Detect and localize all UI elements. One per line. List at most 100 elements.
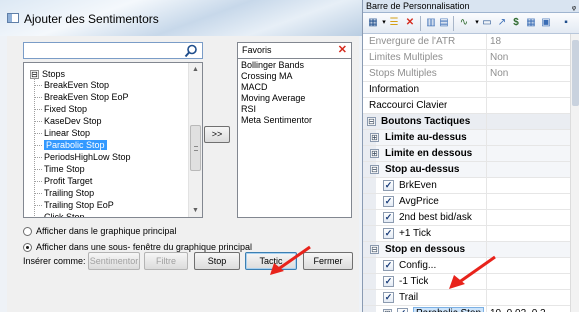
- tree-item[interactable]: Profit Target: [34, 175, 92, 187]
- property-value[interactable]: [486, 258, 570, 273]
- favorites-list[interactable]: Bollinger Bands Crossing MA MACD Moving Ave…: [237, 59, 352, 218]
- save-icon[interactable]: ▪: [559, 16, 573, 30]
- property-row[interactable]: ✓ BrkEven: [363, 178, 570, 194]
- scroll-thumb[interactable]: [190, 125, 201, 171]
- close-icon[interactable]: ✕: [338, 43, 347, 58]
- favorite-item[interactable]: MACD: [241, 82, 348, 93]
- radio-button[interactable]: [23, 243, 32, 253]
- radio-main-chart[interactable]: Afficher dans le graphique principal: [23, 226, 176, 237]
- search-icon[interactable]: [184, 44, 198, 58]
- favorite-item[interactable]: Crossing MA: [241, 71, 348, 82]
- checkbox[interactable]: ✓: [383, 292, 394, 303]
- collapse-icon[interactable]: ⊟: [370, 245, 379, 254]
- print-icon[interactable]: ▭: [480, 16, 494, 30]
- property-row[interactable]: ⊟ Stop au-dessus: [363, 162, 570, 178]
- tree-item[interactable]: Parabolic Stop: [34, 139, 107, 151]
- tree-item[interactable]: Trailing Stop EoP: [34, 199, 114, 211]
- indicator-icon[interactable]: ∿: [457, 16, 471, 30]
- dialog-title-bar[interactable]: Ajouter des Sentimentors: [0, 0, 362, 36]
- filtre-button[interactable]: Filtre: [144, 252, 188, 270]
- property-grid[interactable]: Envergure de l'ATR 18 Limites Multiples Non…: [363, 34, 570, 312]
- scroll-down-icon[interactable]: ▼: [189, 204, 202, 217]
- favorite-item[interactable]: Moving Average: [241, 93, 348, 104]
- property-row[interactable]: Limites Multiples Non: [363, 50, 570, 66]
- window-icon[interactable]: ▣: [539, 16, 553, 30]
- property-value[interactable]: [486, 146, 570, 161]
- panel-scrollbar[interactable]: [570, 34, 579, 312]
- sentimentor-button[interactable]: Sentimentor: [88, 252, 140, 270]
- dollar-icon[interactable]: $: [509, 16, 523, 30]
- chart-icon[interactable]: ▥: [424, 16, 438, 30]
- property-value[interactable]: [486, 210, 570, 225]
- checkbox[interactable]: ✓: [383, 260, 394, 271]
- tree-item[interactable]: BreakEven Stop: [34, 79, 109, 91]
- tree-item[interactable]: KaseDev Stop: [34, 115, 102, 127]
- property-value[interactable]: [486, 98, 570, 113]
- expand-icon[interactable]: ⊞: [370, 149, 379, 158]
- tree-item[interactable]: Trailing Stop: [34, 187, 94, 199]
- property-row[interactable]: ⊟ Boutons Tactiques: [363, 114, 570, 130]
- property-value[interactable]: 10, 0.02, 0.2: [486, 306, 570, 312]
- property-row[interactable]: ⊞✓Parabolic Stop10, 0.02, 0.2: [363, 306, 570, 312]
- property-row[interactable]: ✓ AvgPrice: [363, 194, 570, 210]
- tree-scrollbar[interactable]: ▲ ▼: [188, 63, 202, 217]
- property-row[interactable]: Envergure de l'ATR 18: [363, 34, 570, 50]
- collapse-icon[interactable]: ⊟: [370, 165, 379, 174]
- checkbox[interactable]: ✓: [397, 308, 408, 312]
- collapse-icon[interactable]: ⊟: [367, 117, 376, 126]
- property-value[interactable]: Non: [486, 50, 570, 65]
- tactic-button[interactable]: Tactic: [245, 252, 297, 270]
- property-value[interactable]: [486, 226, 570, 241]
- radio-sub-window[interactable]: Afficher dans une sous- fenêtre du graph…: [23, 242, 252, 253]
- favorite-item[interactable]: Bollinger Bands: [241, 60, 348, 71]
- tree-item[interactable]: PeriodsHighLow Stop: [34, 151, 131, 163]
- property-row[interactable]: ✓ +1 Tick: [363, 226, 570, 242]
- checkbox[interactable]: ✓: [383, 180, 394, 191]
- trend-icon[interactable]: ↗: [495, 16, 509, 30]
- checkbox[interactable]: ✓: [383, 196, 394, 207]
- property-value[interactable]: Non: [486, 66, 570, 81]
- property-value[interactable]: [486, 242, 570, 257]
- panel-title-bar[interactable]: Barre de Personnalisation ᵩ: [363, 0, 579, 13]
- pin-icon[interactable]: ᵩ: [572, 0, 576, 12]
- expand-icon[interactable]: ⊞: [370, 133, 379, 142]
- list-icon[interactable]: ☰: [387, 16, 401, 30]
- fermer-button[interactable]: Fermer: [303, 252, 353, 270]
- property-value[interactable]: [486, 274, 570, 289]
- radio-button[interactable]: [23, 227, 32, 237]
- delete-icon[interactable]: ✕: [403, 16, 417, 30]
- tree-item[interactable]: BreakEven Stop EoP: [34, 91, 129, 103]
- tree-item[interactable]: Time Stop: [34, 163, 85, 175]
- property-row[interactable]: Raccourci Clavier: [363, 98, 570, 114]
- scroll-up-icon[interactable]: ▲: [189, 63, 202, 76]
- property-value[interactable]: [486, 82, 570, 97]
- property-value[interactable]: 18: [486, 34, 570, 49]
- add-to-favorites-button[interactable]: >>: [204, 126, 230, 143]
- property-value[interactable]: [486, 114, 570, 129]
- favorite-item[interactable]: Meta Sentimentor: [241, 115, 348, 126]
- table-icon[interactable]: ▦: [524, 16, 538, 30]
- property-value[interactable]: [486, 162, 570, 177]
- property-row[interactable]: ✓ -1 Tick: [363, 274, 570, 290]
- property-row[interactable]: ✓ 2nd best bid/ask: [363, 210, 570, 226]
- property-row[interactable]: ⊞ Limite en dessous: [363, 146, 570, 162]
- stops-tree[interactable]: ⊟ Stops BreakEven Stop BreakEven Stop EoP F…: [23, 62, 203, 218]
- property-row[interactable]: ⊟ Stop en dessous: [363, 242, 570, 258]
- property-row[interactable]: ✓ Trail: [363, 290, 570, 306]
- search-input[interactable]: [23, 42, 203, 59]
- tree-item[interactable]: Fixed Stop: [34, 103, 87, 115]
- favorite-item[interactable]: RSI: [241, 104, 348, 115]
- scroll-thumb[interactable]: [572, 40, 579, 106]
- property-value[interactable]: [486, 194, 570, 209]
- checkbox[interactable]: ✓: [383, 276, 394, 287]
- property-row[interactable]: Information: [363, 82, 570, 98]
- properties-icon[interactable]: ▤: [437, 16, 451, 30]
- tree-item[interactable]: Click Stop: [34, 211, 85, 217]
- checkbox[interactable]: ✓: [383, 228, 394, 239]
- property-row[interactable]: Stops Multiples Non: [363, 66, 570, 82]
- property-row[interactable]: ⊞ Limite au-dessus: [363, 130, 570, 146]
- stop-button[interactable]: Stop: [194, 252, 240, 270]
- tree-item[interactable]: Linear Stop: [34, 127, 90, 139]
- checkbox[interactable]: ✓: [383, 212, 394, 223]
- property-value[interactable]: [486, 130, 570, 145]
